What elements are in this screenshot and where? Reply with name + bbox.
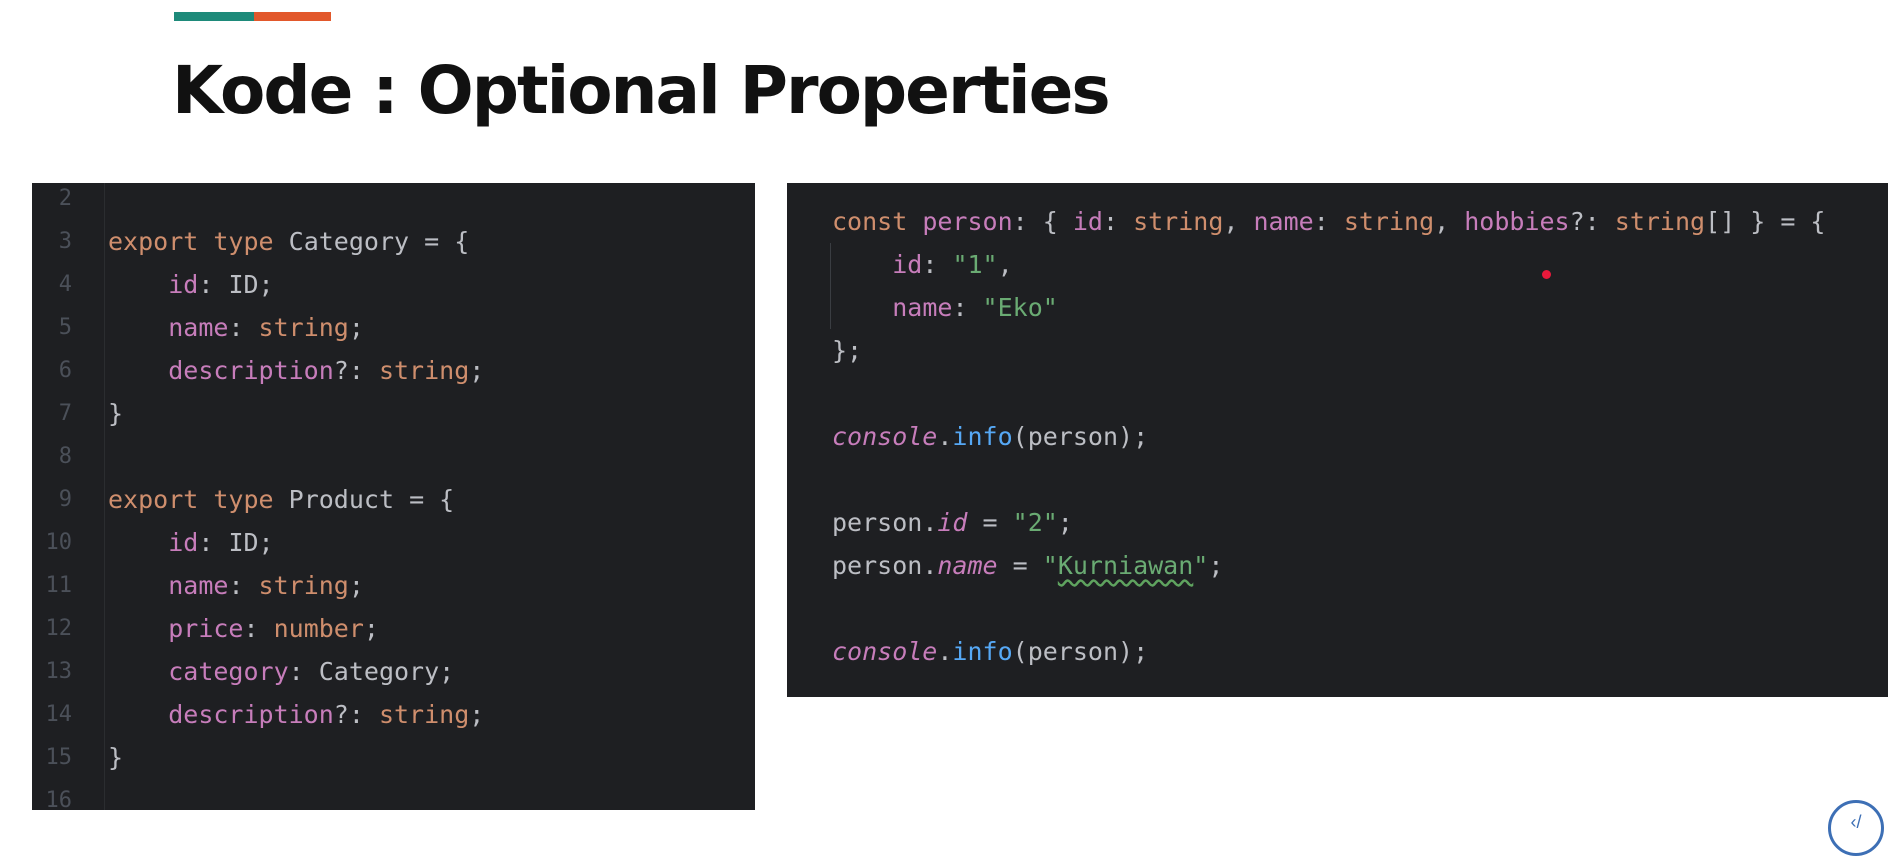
code-line: 2 — [32, 183, 755, 220]
code-line: person.id = "2"; — [832, 508, 1073, 537]
line-number: 9 — [58, 487, 72, 512]
code-line: 14 description?: string; — [32, 693, 755, 736]
code-text: description?: string; — [168, 356, 485, 385]
code-line: id: "1", — [892, 250, 1013, 279]
code-line: const person: { id: string, name: string… — [832, 207, 1826, 236]
line-number: 10 — [45, 530, 73, 555]
code-line: 11 name: string; — [32, 564, 755, 607]
code-text: description?: string; — [168, 700, 485, 729]
code-line: name: "Eko" — [892, 293, 1058, 322]
code-line: 9 export type Product = { — [32, 478, 755, 521]
accent-bar-orange — [254, 12, 331, 21]
code-text: } — [108, 743, 124, 772]
code-line: 4 id: ID; — [32, 263, 755, 306]
line-number: 3 — [58, 229, 72, 254]
code-line: 6 description?: string; — [32, 349, 755, 392]
slide-title: Kode : Optional Properties — [172, 52, 1111, 129]
code-line: console.info(person); — [832, 422, 1149, 451]
code-panel-types: 2 3 export type Category = {4 id: ID; 5 nam… — [32, 183, 755, 810]
line-number: 14 — [45, 702, 73, 727]
pointer-dot — [1542, 270, 1551, 279]
code-line: 10 id: ID; — [32, 521, 755, 564]
code-text: id: ID; — [168, 270, 274, 299]
code-text: id: ID; — [168, 528, 274, 557]
code-line: 12 price: number; — [32, 607, 755, 650]
line-number: 2 — [58, 186, 72, 211]
code-text: category: Category; — [168, 657, 455, 686]
code-line: 15} — [32, 736, 755, 779]
accent-bar-teal — [174, 12, 254, 21]
code-line: 8 — [32, 435, 755, 478]
code-text: export type Product = { — [108, 485, 455, 514]
code-text: export type Category = { — [108, 227, 470, 256]
line-number: 4 — [58, 272, 72, 297]
line-number: 5 — [58, 315, 72, 340]
code-line: console.info(person); — [832, 637, 1149, 666]
line-number: 16 — [45, 788, 73, 810]
code-text: name: string; — [168, 571, 364, 600]
line-number: 11 — [45, 573, 73, 598]
line-number: 15 — [45, 745, 73, 770]
indent-guide — [830, 243, 831, 329]
logo-icon: ‹/ — [1828, 800, 1884, 856]
code-line: person.name = "Kurniawan"; — [832, 551, 1224, 580]
code-line: 3 export type Category = { — [32, 220, 755, 263]
code-line: }; — [832, 336, 863, 365]
code-line: 16 — [32, 779, 755, 810]
code-text: } — [108, 399, 124, 428]
line-number: 7 — [58, 401, 72, 426]
code-line: 7} — [32, 392, 755, 435]
code-line: 13 category: Category; — [32, 650, 755, 693]
accent-bar — [174, 12, 331, 21]
code-line: 5 name: string; — [32, 306, 755, 349]
line-number: 8 — [58, 444, 72, 469]
line-number: 6 — [58, 358, 72, 383]
code-text: price: number; — [168, 614, 379, 643]
code-text: name: string; — [168, 313, 364, 342]
code-panel-usage: const person: { id: string, name: string… — [787, 183, 1888, 697]
line-number: 13 — [45, 659, 73, 684]
line-number: 12 — [45, 616, 73, 641]
